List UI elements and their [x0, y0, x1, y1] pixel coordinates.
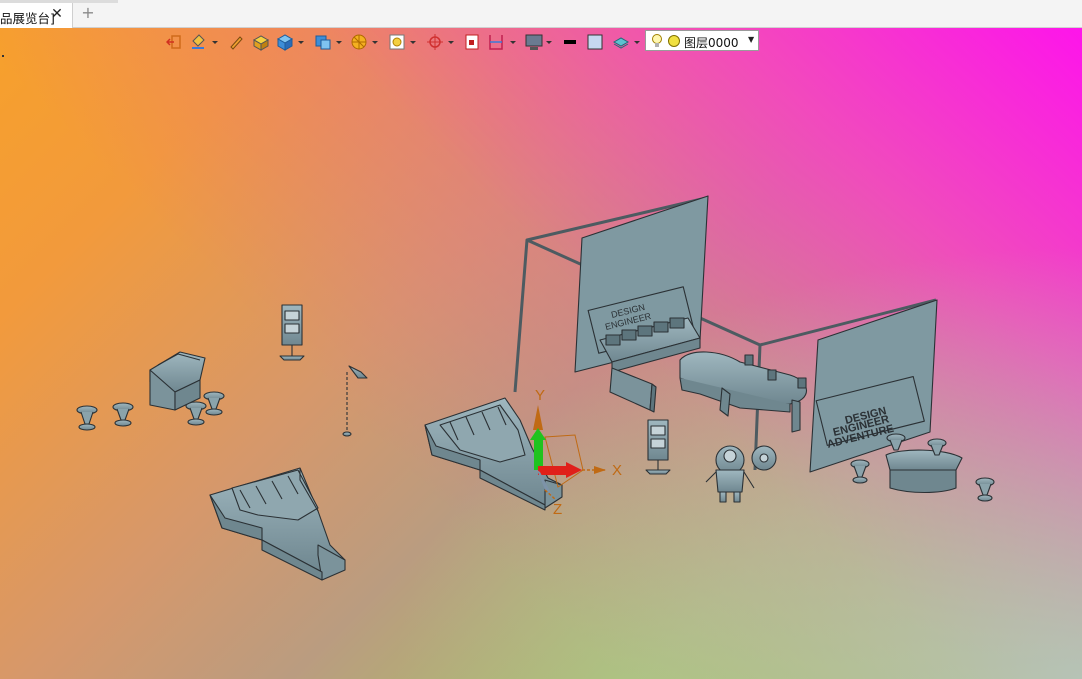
- zoom-icon[interactable]: [388, 31, 406, 53]
- whiteboard: [609, 367, 657, 413]
- stool-7: [850, 459, 870, 484]
- scene-drawing: DESIGN ENGINEER DESIGN ENGINEER ADVENTUR…: [76, 195, 995, 581]
- meeting-table: [679, 351, 808, 433]
- layer-select-value: 图层0000: [684, 36, 739, 50]
- chevron-down-icon[interactable]: [298, 41, 304, 44]
- line-color-icon[interactable]: [562, 31, 578, 53]
- stool-4: [203, 391, 225, 416]
- robot: [705, 445, 777, 503]
- stool-8: [975, 477, 995, 502]
- chevron-down-icon[interactable]: ▼: [748, 35, 754, 44]
- stool-2: [112, 402, 134, 427]
- stool-1: [76, 405, 98, 431]
- display-box-icon[interactable]: [252, 31, 270, 53]
- chevron-down-icon[interactable]: [212, 41, 218, 44]
- chevron-down-icon[interactable]: [448, 41, 454, 44]
- snap-icon[interactable]: [426, 31, 444, 53]
- multi-view-icon[interactable]: [314, 31, 332, 53]
- stool-3: [185, 401, 207, 426]
- sofa-left: [209, 467, 346, 581]
- chevron-down-icon[interactable]: [634, 41, 640, 44]
- layer-manager-icon[interactable]: [612, 31, 630, 53]
- layer-dot-icon: [668, 35, 680, 47]
- kiosk-left: [279, 304, 305, 361]
- chevron-down-icon[interactable]: [410, 41, 416, 44]
- monitor-icon[interactable]: [524, 31, 544, 53]
- fill-color-icon[interactable]: [586, 31, 604, 53]
- kiosk-center: [645, 419, 671, 475]
- chevron-down-icon[interactable]: [372, 41, 378, 44]
- chevron-down-icon[interactable]: [336, 41, 342, 44]
- section-icon[interactable]: [488, 31, 504, 53]
- chevron-down-icon[interactable]: [546, 41, 552, 44]
- pencil-icon[interactable]: [228, 31, 244, 53]
- add-tab-icon[interactable]: +: [80, 5, 96, 21]
- document-tab-label: 品展览台]: [0, 11, 55, 26]
- exit-sketch-icon[interactable]: [166, 31, 182, 53]
- 3d-viewport[interactable]: DESIGN ENGINEER DESIGN ENGINEER ADVENTUR…: [0, 0, 1082, 679]
- close-icon[interactable]: ✕: [50, 6, 64, 22]
- chevron-down-icon[interactable]: [510, 41, 516, 44]
- document-tabbar: 品展览台] ✕ +: [0, 0, 1082, 28]
- layer-select[interactable]: 图层0000 ▼: [645, 30, 759, 51]
- document-tab[interactable]: 品展览台] ✕: [0, 3, 73, 28]
- lamp-post: [342, 365, 368, 437]
- fit-view-icon[interactable]: [464, 31, 480, 53]
- cube-view-icon[interactable]: [276, 31, 294, 53]
- axis-y-label: Y: [535, 387, 545, 404]
- bulb-icon[interactable]: [650, 33, 664, 49]
- reception-desk-right: [885, 449, 963, 493]
- axis-x-label: X: [612, 462, 622, 479]
- paint-bucket-icon[interactable]: [190, 31, 206, 53]
- axis-z-label: Z: [553, 501, 562, 518]
- render-style-icon[interactable]: [350, 31, 368, 53]
- view-toolbar: 图层0000 ▼: [160, 29, 762, 55]
- reception-desk-left: [149, 351, 206, 411]
